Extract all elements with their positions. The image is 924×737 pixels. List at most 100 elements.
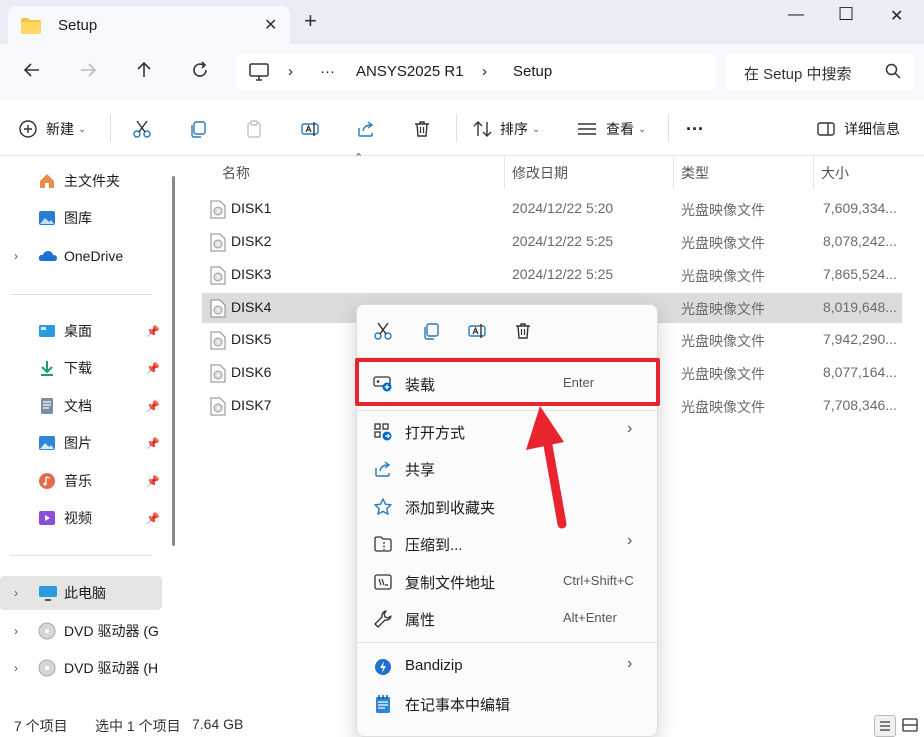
sidebar-item-label: 下载 bbox=[64, 360, 92, 376]
disc-image-file-icon bbox=[210, 233, 226, 255]
file-type: 光盘映像文件 bbox=[681, 235, 765, 251]
tab-setup[interactable]: Setup ✕ bbox=[8, 6, 290, 44]
sidebar-item-label: DVD 驱动器 (H bbox=[64, 660, 159, 676]
menu-item-add-favorite[interactable]: 添加到收藏夹 bbox=[357, 488, 657, 524]
sidebar-scrollbar[interactable] bbox=[172, 176, 175, 546]
menu-item-label: 属性 bbox=[405, 612, 436, 629]
sidebar-item-gallery[interactable]: 图库 bbox=[0, 201, 162, 235]
pin-icon[interactable]: 📌 bbox=[146, 362, 160, 375]
music-icon bbox=[38, 472, 56, 490]
pin-icon[interactable]: 📌 bbox=[146, 325, 160, 338]
details-view-button[interactable] bbox=[874, 715, 896, 737]
pin-icon[interactable]: 📌 bbox=[146, 475, 160, 488]
more-options-button[interactable]: ··· bbox=[686, 118, 704, 140]
cut-button[interactable] bbox=[132, 118, 152, 140]
sidebar-item-desktop[interactable]: 桌面 📌 bbox=[0, 314, 162, 348]
column-divider[interactable] bbox=[673, 157, 674, 189]
selected-size: 7.64 GB bbox=[192, 716, 244, 732]
maximize-button[interactable]: ☐ bbox=[838, 4, 854, 25]
copy-icon[interactable] bbox=[421, 321, 441, 344]
copy-button[interactable] bbox=[188, 118, 208, 140]
toolbar-divider bbox=[110, 114, 111, 142]
sidebar-item-dvd-h[interactable]: › DVD 驱动器 (H bbox=[0, 651, 162, 685]
rename-button[interactable] bbox=[300, 118, 320, 140]
chevron-right-icon[interactable]: › bbox=[14, 624, 18, 638]
address-bar[interactable]: › ··· ANSYS2025 R1 › Setup bbox=[236, 54, 716, 90]
address-more-button[interactable]: ··· bbox=[320, 63, 335, 80]
menu-item-shortcut: Alt+Enter bbox=[563, 610, 617, 625]
refresh-button[interactable] bbox=[188, 60, 212, 84]
file-row[interactable]: DISK1 2024/12/22 5:20 光盘映像文件 7,609,334..… bbox=[202, 194, 902, 224]
sidebar-divider bbox=[10, 555, 152, 556]
breadcrumb-ansys[interactable]: ANSYS2025 R1 bbox=[356, 63, 464, 80]
tab-close-icon[interactable]: ✕ bbox=[264, 15, 277, 35]
pin-icon[interactable]: 📌 bbox=[146, 512, 160, 525]
menu-item-copy-path[interactable]: 复制文件地址 Ctrl+Shift+C bbox=[357, 563, 657, 599]
refresh-icon bbox=[193, 61, 207, 77]
column-header-name[interactable]: 名称 bbox=[222, 163, 250, 183]
sidebar-item-pictures[interactable]: 图片 📌 bbox=[0, 426, 162, 460]
address-separator[interactable]: › bbox=[482, 63, 487, 80]
forward-button[interactable] bbox=[76, 60, 100, 84]
minimize-button[interactable]: — bbox=[788, 6, 804, 24]
details-pane-button[interactable]: 详细信息 bbox=[816, 118, 900, 140]
share-icon bbox=[373, 459, 391, 477]
column-divider[interactable] bbox=[813, 157, 814, 189]
rename-icon[interactable] bbox=[467, 321, 487, 344]
wrench-icon bbox=[373, 609, 392, 628]
close-window-button[interactable]: ✕ bbox=[890, 6, 903, 26]
column-divider[interactable] bbox=[504, 157, 505, 189]
sidebar-item-home[interactable]: 主文件夹 bbox=[0, 164, 162, 198]
sidebar-item-dvd-g[interactable]: › DVD 驱动器 (G bbox=[0, 614, 162, 648]
breadcrumb-setup[interactable]: Setup bbox=[513, 63, 552, 80]
column-header-type[interactable]: 类型 bbox=[681, 163, 709, 183]
pin-icon[interactable]: 📌 bbox=[146, 437, 160, 450]
sort-button[interactable]: 排序 ⌄ bbox=[472, 118, 540, 140]
file-row[interactable]: DISK3 2024/12/22 5:25 光盘映像文件 7,865,524..… bbox=[202, 260, 902, 290]
sidebar-item-label: 主文件夹 bbox=[64, 173, 120, 189]
dvd-icon bbox=[38, 622, 56, 640]
clipboard-icon bbox=[247, 120, 261, 138]
trash-icon[interactable] bbox=[513, 321, 533, 344]
paste-button[interactable] bbox=[244, 118, 264, 140]
sidebar-item-label: 音乐 bbox=[64, 473, 92, 489]
sidebar-item-music[interactable]: 音乐 📌 bbox=[0, 464, 162, 498]
menu-item-properties[interactable]: 属性 Alt+Enter bbox=[357, 600, 657, 636]
sidebar-item-downloads[interactable]: 下载 📌 bbox=[0, 351, 162, 385]
selected-count: 选中 1 个项目 bbox=[95, 718, 181, 734]
search-input[interactable]: 在 Setup 中搜索 bbox=[726, 54, 914, 90]
chevron-right-icon[interactable]: › bbox=[14, 249, 18, 263]
menu-item-label: Bandizip bbox=[405, 657, 463, 674]
new-tab-button[interactable]: + bbox=[304, 10, 317, 32]
sidebar-divider bbox=[10, 294, 152, 295]
share-button[interactable] bbox=[356, 118, 376, 140]
annotation-arrow-icon bbox=[526, 406, 567, 529]
chevron-right-icon[interactable]: › bbox=[14, 661, 18, 675]
chevron-right-icon[interactable]: › bbox=[14, 586, 18, 600]
sidebar-item-documents[interactable]: 文档 📌 bbox=[0, 389, 162, 423]
tiles-view-icon bbox=[902, 718, 918, 732]
up-button[interactable] bbox=[132, 60, 156, 84]
file-row[interactable]: DISK2 2024/12/22 5:25 光盘映像文件 8,078,242..… bbox=[202, 227, 902, 257]
delete-button[interactable] bbox=[412, 118, 432, 140]
menu-item-share[interactable]: 共享 bbox=[357, 450, 657, 486]
new-button[interactable]: 新建 ⌄ bbox=[18, 118, 86, 140]
tiles-view-button[interactable] bbox=[900, 715, 922, 737]
view-button[interactable]: 查看 ⌄ bbox=[576, 118, 646, 140]
address-separator[interactable]: › bbox=[288, 63, 293, 80]
sidebar-item-onedrive[interactable]: › OneDrive bbox=[0, 239, 162, 273]
chevron-right-icon: › bbox=[627, 655, 633, 672]
scissors-icon[interactable] bbox=[373, 321, 393, 344]
command-bar: 新建 ⌄ 排序 ⌄ 查看 ⌄ ··· 详细信息 bbox=[0, 100, 924, 156]
column-header-size[interactable]: 大小 bbox=[821, 163, 849, 183]
menu-item-bandizip[interactable]: Bandizip › bbox=[357, 648, 657, 684]
back-button[interactable] bbox=[20, 60, 44, 84]
sidebar-item-videos[interactable]: 视频 📌 bbox=[0, 501, 162, 535]
menu-item-open-with[interactable]: 打开方式 › bbox=[357, 413, 657, 449]
sidebar-item-this-pc[interactable]: › 此电脑 bbox=[0, 576, 162, 610]
column-header-date[interactable]: 修改日期 bbox=[512, 163, 568, 183]
pin-icon[interactable]: 📌 bbox=[146, 400, 160, 413]
monitor-icon bbox=[248, 62, 270, 85]
menu-item-compress[interactable]: 压缩到... › bbox=[357, 525, 657, 561]
menu-item-edit-notepad[interactable]: 在记事本中编辑 bbox=[357, 685, 657, 721]
